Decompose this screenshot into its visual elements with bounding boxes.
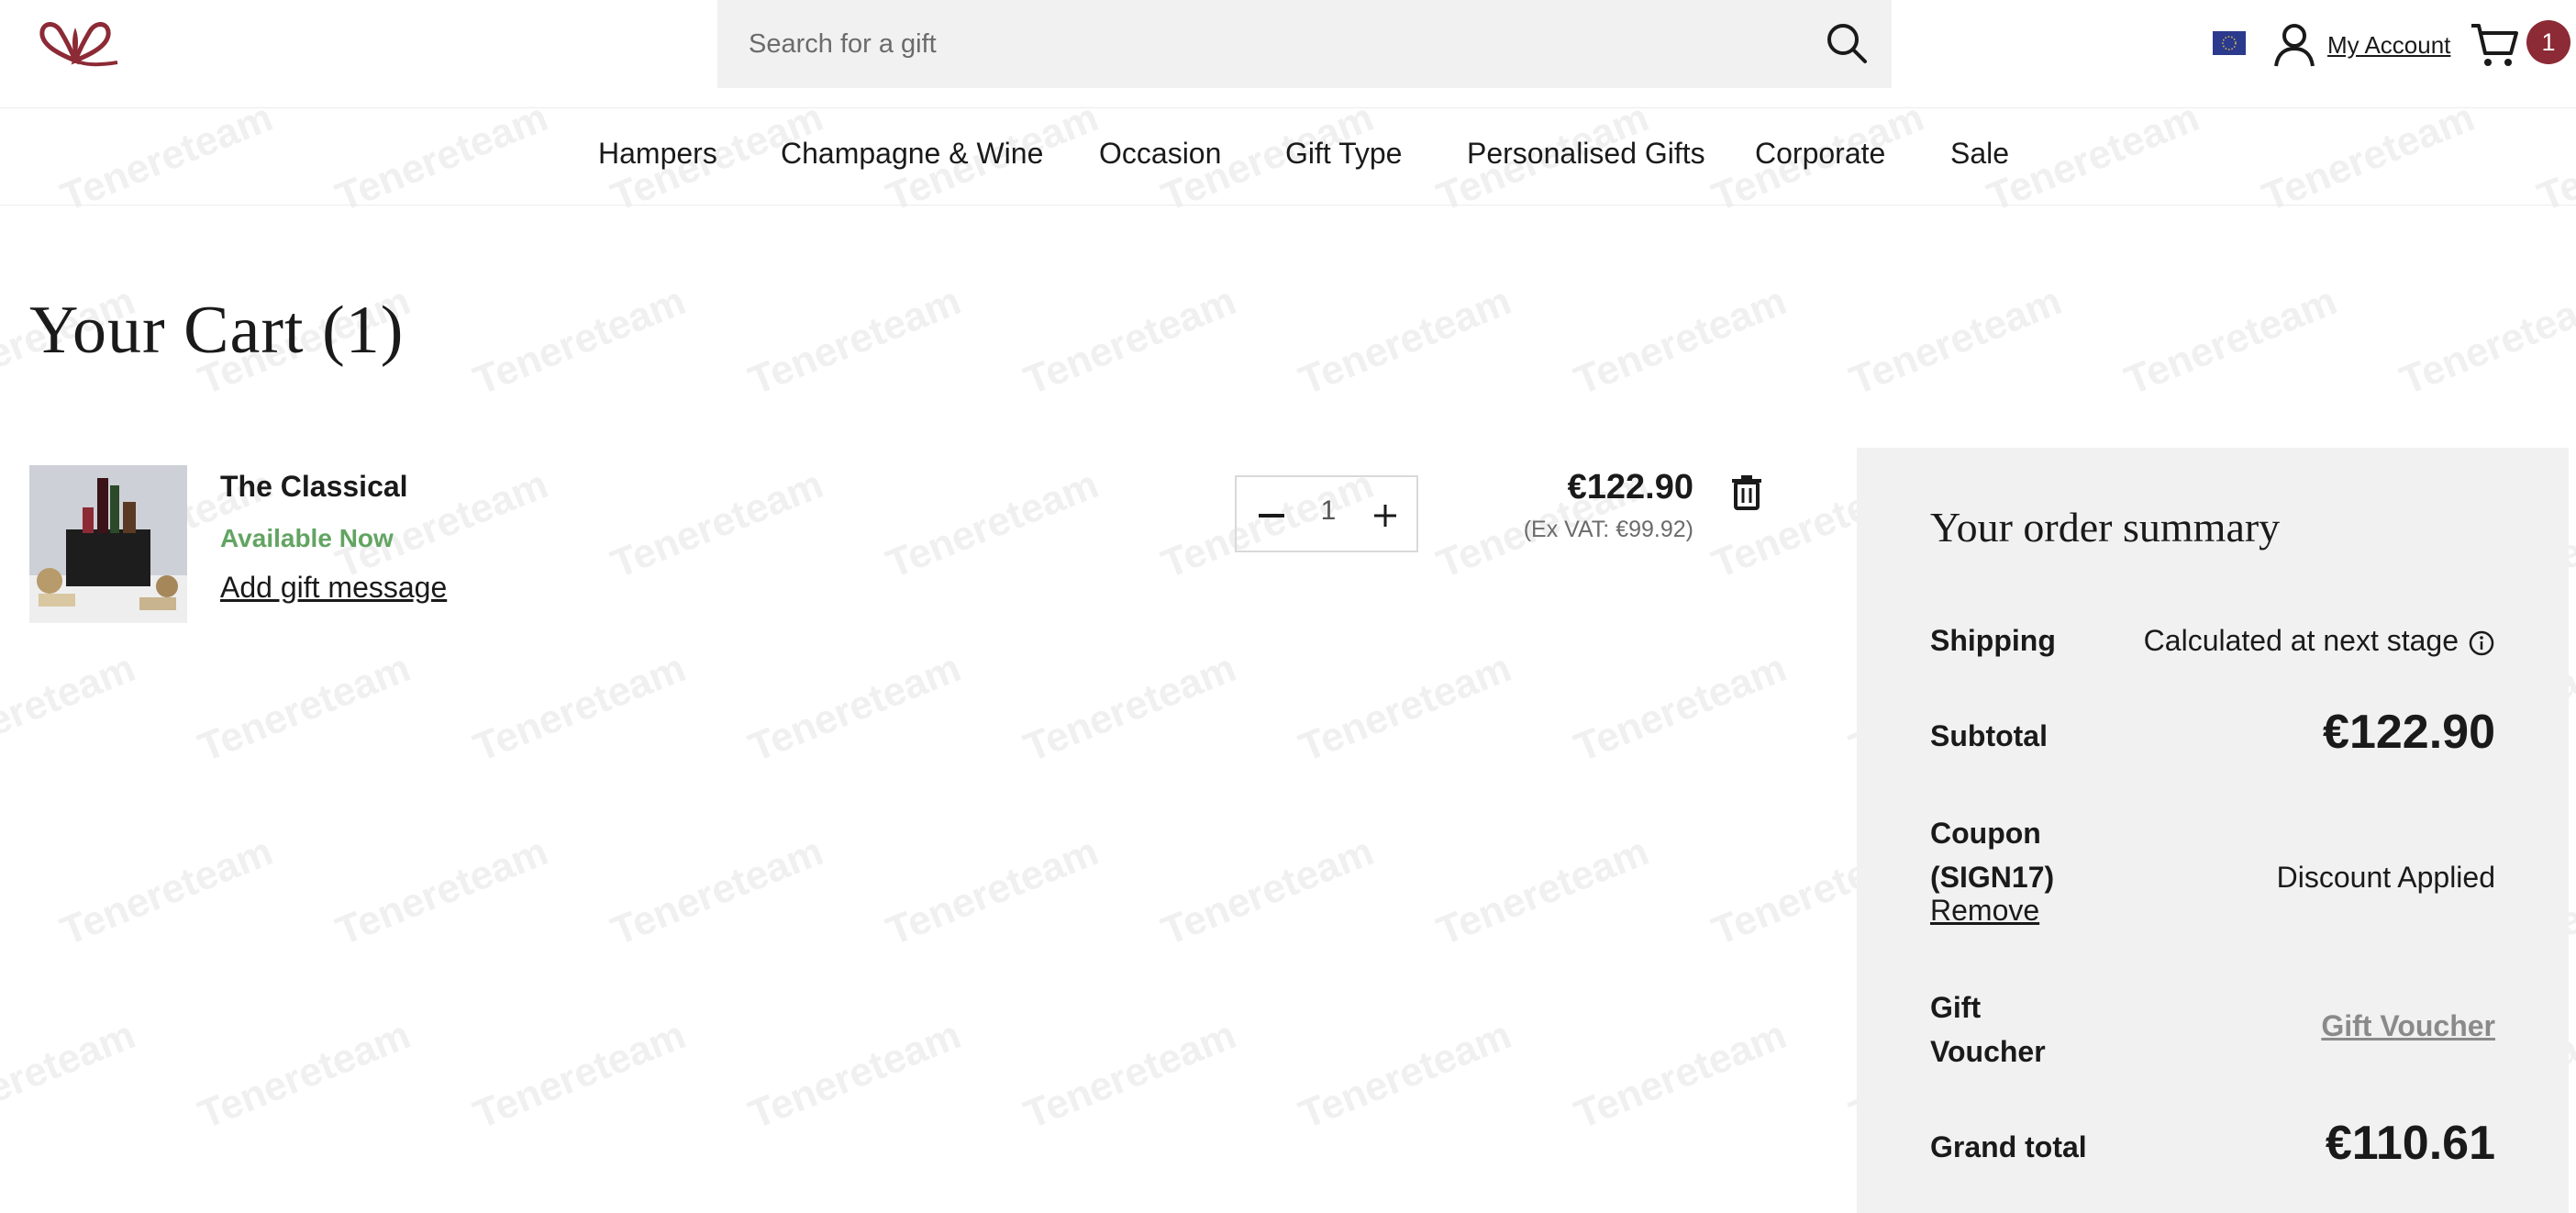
availability-status: Available Now bbox=[220, 524, 394, 552]
watermark-text: Tenereteam bbox=[1017, 278, 1242, 404]
watermark-text: Tenereteam bbox=[1017, 1012, 1242, 1138]
watermark-text: Tenereteam bbox=[1293, 1012, 1517, 1138]
watermark-text: Tenereteam bbox=[1293, 645, 1517, 771]
subtotal-value: €122.90 bbox=[2323, 706, 2495, 759]
watermark-text: Tenereteam bbox=[1155, 829, 1380, 954]
search-icon[interactable] bbox=[1824, 20, 1870, 66]
watermark-text: Tenereteam bbox=[742, 278, 967, 404]
watermark-text: Tenereteam bbox=[1017, 645, 1242, 771]
brand-logo[interactable] bbox=[29, 17, 121, 73]
product-name[interactable]: The Classical bbox=[220, 470, 408, 504]
watermark-text: Tenereteam bbox=[467, 645, 692, 771]
watermark-text: Tenereteam bbox=[467, 278, 692, 404]
watermark-text: Tenereteam bbox=[467, 1012, 692, 1138]
watermark-text: Tenereteam bbox=[1568, 1012, 1793, 1138]
nav-item-gift-type[interactable]: Gift Type bbox=[1285, 137, 1402, 171]
watermark-text: Tenereteam bbox=[742, 645, 967, 771]
watermark-text: Tenereteam bbox=[880, 462, 1105, 587]
watermark-text: Tenereteam bbox=[54, 829, 279, 954]
cart-count-badge[interactable]: 1 bbox=[2526, 20, 2570, 64]
quantity-value[interactable]: 1 bbox=[1310, 495, 1347, 527]
my-account-link[interactable]: My Account bbox=[2327, 31, 2450, 60]
coupon-label-line1: Coupon bbox=[1930, 817, 2041, 850]
watermark-text: Tenereteam bbox=[2393, 278, 2576, 404]
watermark-text: Tenereteam bbox=[0, 645, 141, 771]
add-gift-message-link[interactable]: Add gift message bbox=[220, 571, 447, 605]
order-summary-title: Your order summary bbox=[1930, 504, 2281, 551]
gift-voucher-label-line2: Voucher bbox=[1930, 1035, 2046, 1068]
search-bar bbox=[717, 0, 1892, 88]
grand-total-label: Grand total bbox=[1930, 1130, 2087, 1163]
watermark-text: Tenereteam bbox=[1430, 829, 1655, 954]
coupon-value: Discount Applied bbox=[2276, 861, 2495, 894]
gift-voucher-link[interactable]: Gift Voucher bbox=[2321, 1009, 2495, 1043]
watermark-text: Tenereteam bbox=[329, 829, 554, 954]
watermark-text: Tenereteam bbox=[1568, 645, 1793, 771]
watermark-text: Tenereteam bbox=[1568, 278, 1793, 404]
watermark-text: Tenereteam bbox=[880, 829, 1105, 954]
nav-item-corporate[interactable]: Corporate bbox=[1755, 137, 1885, 171]
remove-coupon-link[interactable]: Remove bbox=[1930, 894, 2039, 928]
minus-icon[interactable] bbox=[1257, 501, 1286, 530]
nav-item-hampers[interactable]: Hampers bbox=[598, 137, 717, 171]
shopping-cart-icon[interactable] bbox=[2468, 18, 2521, 72]
grand-total-value: €110.61 bbox=[2325, 1117, 2495, 1170]
subtotal-label: Subtotal bbox=[1930, 719, 2048, 752]
coupon-label-line2: (SIGN17) bbox=[1930, 861, 2055, 894]
shipping-label: Shipping bbox=[1930, 624, 2056, 657]
gift-voucher-label-line1: Gift bbox=[1930, 991, 1982, 1024]
shipping-value: Calculated at next stage bbox=[2144, 618, 2495, 662]
watermark-text: Tenereteam bbox=[742, 1012, 967, 1138]
watermark-text: Tenereteam bbox=[2118, 278, 2343, 404]
shipping-value-text: Calculated at next stage bbox=[2143, 624, 2459, 657]
eu-flag-icon[interactable] bbox=[2213, 31, 2246, 55]
item-price-ex-vat: (Ex VAT: €99.92) bbox=[1523, 517, 1693, 542]
order-summary-panel: Your order summary Shipping Calculated a… bbox=[1857, 448, 2569, 1213]
watermark-text: Tenereteam bbox=[1843, 278, 2068, 404]
product-image[interactable] bbox=[29, 465, 187, 623]
watermark-text: Tenereteam bbox=[1293, 278, 1517, 404]
trash-icon[interactable] bbox=[1730, 473, 1763, 510]
watermark-text: Tenereteam bbox=[192, 645, 416, 771]
watermark-text: Tenereteam bbox=[192, 1012, 416, 1138]
info-icon[interactable] bbox=[2468, 629, 2495, 657]
watermark-text: Tenereteam bbox=[0, 1012, 141, 1138]
site-header: My Account 1 bbox=[0, 0, 2576, 108]
product-image-illustration bbox=[29, 465, 187, 623]
nav-item-occasion[interactable]: Occasion bbox=[1099, 137, 1221, 171]
nav-item-champagne-wine[interactable]: Champagne & Wine bbox=[781, 137, 1043, 171]
watermark-text: Tenereteam bbox=[605, 462, 829, 587]
quantity-stepper: 1 bbox=[1235, 475, 1418, 552]
item-price: €122.90 bbox=[1567, 468, 1693, 506]
main-nav: Hampers Champagne & Wine Occasion Gift T… bbox=[0, 107, 2576, 206]
plus-icon[interactable] bbox=[1371, 501, 1400, 530]
page-title: Your Cart (1) bbox=[29, 293, 405, 368]
user-icon[interactable] bbox=[2270, 20, 2319, 70]
nav-item-sale[interactable]: Sale bbox=[1950, 137, 2009, 171]
nav-item-personalised-gifts[interactable]: Personalised Gifts bbox=[1467, 137, 1705, 171]
watermark-text: Tenereteam bbox=[605, 829, 829, 954]
search-input[interactable] bbox=[747, 16, 1815, 72]
